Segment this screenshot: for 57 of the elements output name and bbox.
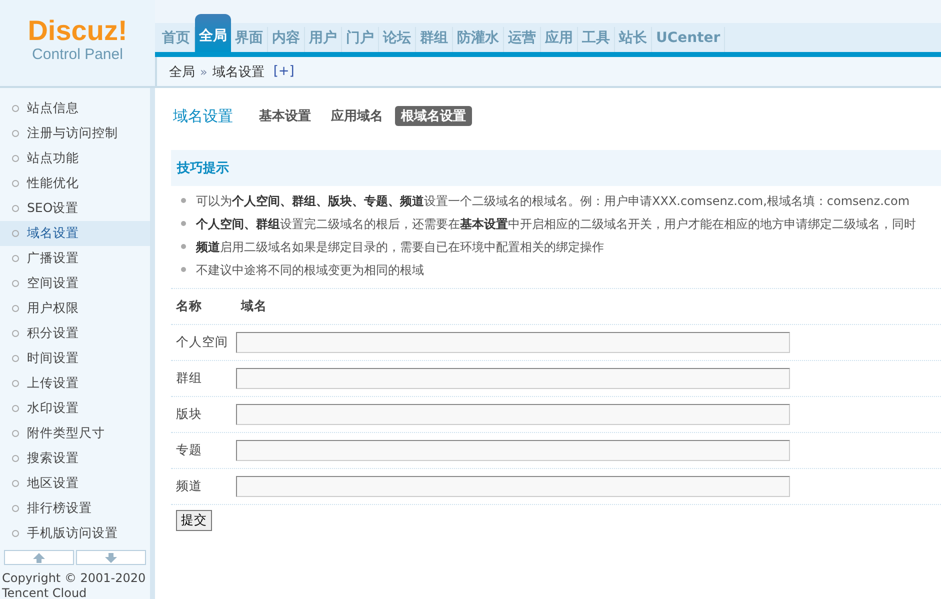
sidebar-item[interactable]: SEO设置	[0, 196, 150, 221]
sidebar-item[interactable]: 用户权限	[0, 296, 150, 321]
sidebar-item[interactable]: 时间设置	[0, 346, 150, 371]
tip-text: 频道启用二级域名如果是绑定目录的，需要自已在环境中配置相关的绑定操作	[196, 240, 605, 255]
tip-text: 个人空间、群组设置完二级域名的根后，还需要在基本设置中开启相应的二级域名开关，用户才能在相应的地方申请绑定二级域名，同时	[196, 217, 917, 232]
sidebar-item[interactable]: 注册与访问控制	[0, 121, 150, 146]
column-header: 域名	[240, 298, 268, 315]
domain-input-field[interactable]	[236, 332, 790, 353]
up-arrow-icon	[33, 552, 45, 562]
copyright-text: Copyright © 2001-2020	[1, 571, 147, 586]
sidebar-item[interactable]: 积分设置	[0, 321, 150, 346]
sidebar-item[interactable]: 上传设置	[0, 371, 150, 396]
sidebar-item[interactable]: 手机版访问设置	[0, 521, 150, 546]
bullet-icon	[181, 267, 186, 272]
row-label: 个人空间	[175, 334, 229, 351]
breadcrumb-item: 全局	[169, 64, 195, 80]
bullet-icon	[181, 244, 186, 249]
sidebar-item[interactable]: 性能优化	[0, 171, 150, 196]
settings-tab[interactable]: 根域名设置	[395, 106, 472, 126]
column-header: 名称	[174, 298, 203, 315]
bullet-icon	[181, 221, 186, 226]
add-shortcut-link[interactable]: [+]	[273, 64, 294, 79]
domain-input-field[interactable]	[236, 440, 790, 461]
row-label: 频道	[175, 478, 203, 495]
logo-subtitle: Control Panel	[32, 46, 123, 63]
settings-tab[interactable]: 基本设置	[253, 106, 317, 126]
sidebar-item[interactable]: 水印设置	[0, 396, 150, 421]
sidebar-item[interactable]: 站点信息	[0, 96, 150, 121]
scroll-up-button[interactable]	[4, 550, 74, 565]
nav-tab[interactable]: 全局	[195, 14, 231, 52]
tips-heading: 技巧提示	[171, 150, 941, 186]
down-arrow-icon	[105, 552, 117, 562]
sidebar-item[interactable]: 搜索设置	[0, 446, 150, 471]
breadcrumb-item: 域名设置	[212, 64, 264, 80]
sidebar-item[interactable]: 附件类型尺寸	[0, 421, 150, 446]
domain-input-field[interactable]	[236, 404, 790, 425]
breadcrumb-separator: »	[200, 64, 208, 78]
submit-button[interactable]: 提交	[176, 510, 212, 531]
sidebar-item[interactable]: 站点功能	[0, 146, 150, 171]
tip-text: 不建议中途将不同的根域变更为相同的根域	[196, 263, 425, 278]
copyright-text: Tencent Cloud	[1, 586, 88, 599]
logo-brand: Discuz!	[28, 16, 128, 46]
sidebar-item[interactable]: 空间设置	[0, 271, 150, 296]
row-label: 专题	[175, 442, 203, 459]
domain-input-field[interactable]	[236, 476, 790, 497]
row-label: 群组	[175, 370, 203, 387]
sidebar-item[interactable]: 排行榜设置	[0, 496, 150, 521]
sidebar-item[interactable]: 地区设置	[0, 471, 150, 496]
row-label: 版块	[175, 406, 203, 423]
page-title: 域名设置	[173, 106, 233, 126]
bullet-icon	[181, 198, 186, 203]
sidebar-item[interactable]: 广播设置	[0, 246, 150, 271]
settings-tab[interactable]: 应用域名	[325, 106, 389, 126]
tip-text: 可以为个人空间、群组、版块、专题、频道设置一个二级域名的根域名。例：用户申请XXX.comsenz.com,根域名填：comsenz.com	[196, 194, 911, 209]
domain-input-field[interactable]	[236, 368, 790, 389]
scroll-down-button[interactable]	[76, 550, 146, 565]
sidebar-item[interactable]: 域名设置	[0, 221, 150, 246]
